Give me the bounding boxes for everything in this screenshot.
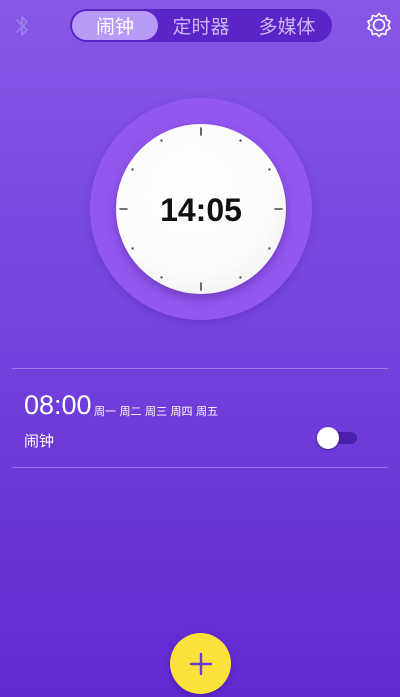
toggle-knob	[317, 427, 339, 449]
mode-tabs: 闹钟 定时器 多媒体	[70, 9, 332, 42]
tab-timer[interactable]: 定时器	[158, 11, 244, 40]
divider	[12, 467, 388, 468]
settings-icon[interactable]	[364, 10, 394, 40]
alarm-toggle[interactable]	[317, 427, 359, 449]
plus-icon	[189, 652, 212, 675]
clock-face: 14:05	[116, 124, 286, 294]
alarm-days: 周一 周二 周三 周四 周五	[94, 405, 218, 418]
divider	[12, 368, 388, 369]
alarm-time: 08:00	[24, 390, 92, 420]
alarm-label: 闹钟	[24, 432, 55, 450]
tab-alarm[interactable]: 闹钟	[72, 11, 158, 40]
tab-multimedia[interactable]: 多媒体	[244, 11, 330, 40]
add-alarm-button[interactable]	[170, 633, 231, 694]
clock-time: 14:05	[160, 192, 242, 228]
bluetooth-icon[interactable]	[12, 12, 32, 40]
